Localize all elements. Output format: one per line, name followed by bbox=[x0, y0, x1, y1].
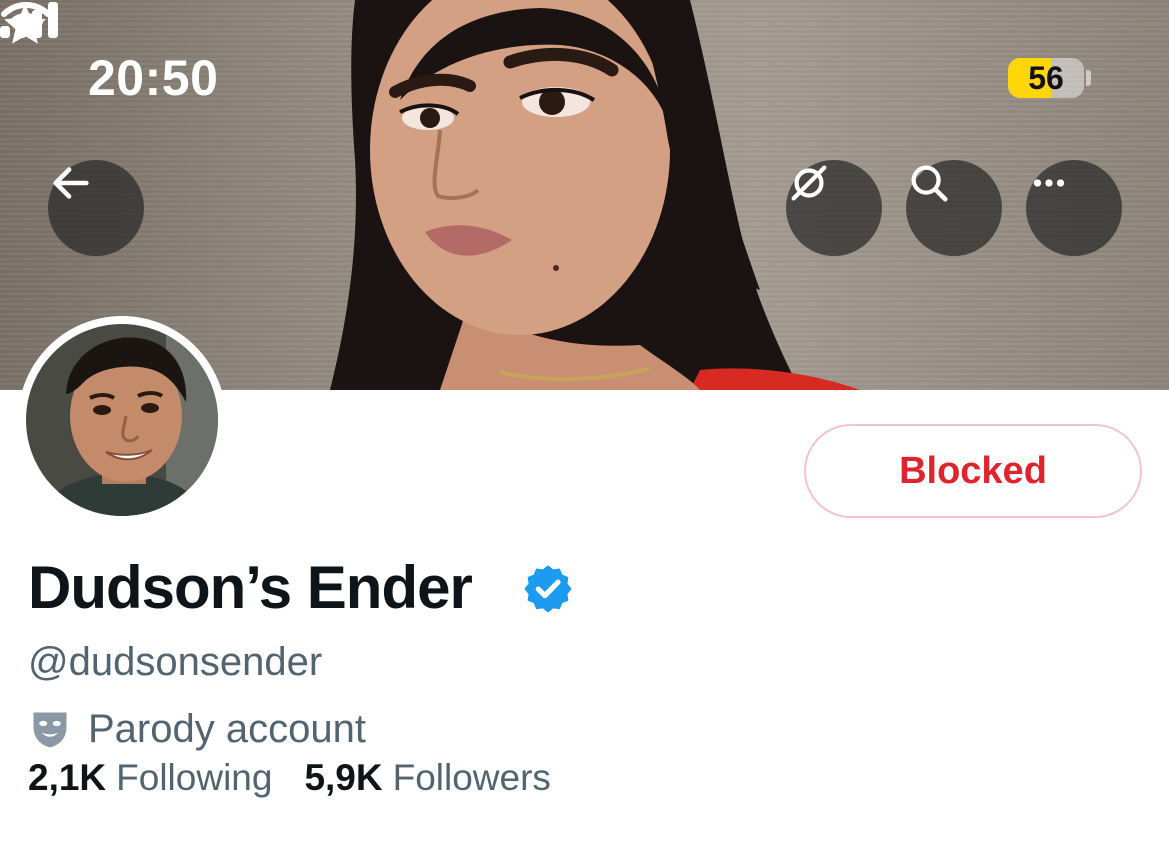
more-options-button[interactable] bbox=[1026, 160, 1122, 256]
status-time: 20:50 bbox=[88, 50, 219, 106]
theater-mask-icon bbox=[33, 712, 67, 748]
following-count: 2,1K bbox=[28, 757, 107, 798]
followers-link[interactable]: 5,9K Followers bbox=[304, 752, 550, 804]
arrow-left-icon bbox=[53, 167, 89, 199]
followers-label: Followers bbox=[392, 757, 551, 798]
battery-cap bbox=[1086, 70, 1091, 86]
blocked-button[interactable]: Blocked bbox=[804, 424, 1142, 518]
search-button[interactable] bbox=[906, 160, 1002, 256]
verified-badge-icon[interactable] bbox=[522, 562, 574, 614]
parody-label-row: Parody account bbox=[28, 702, 366, 756]
search-icon bbox=[911, 165, 948, 202]
grok-button[interactable] bbox=[786, 160, 882, 256]
grok-icon bbox=[791, 165, 827, 201]
following-label: Following bbox=[116, 757, 273, 798]
battery-level: 56 bbox=[1028, 60, 1064, 96]
follow-stats: 2,1K Following 5,9K Followers bbox=[28, 752, 583, 804]
profile-screen: 20:50 56 Blocked Dudson’s Ender @dudsons… bbox=[0, 0, 1169, 847]
followers-count: 5,9K bbox=[304, 757, 383, 798]
parody-account-label: Parody account bbox=[88, 707, 366, 751]
avatar[interactable] bbox=[18, 316, 226, 524]
battery-indicator: 56 bbox=[1008, 58, 1084, 98]
handle: @dudsonsender bbox=[28, 640, 323, 684]
back-button[interactable] bbox=[48, 160, 144, 256]
wifi-icon bbox=[1, 2, 51, 37]
avatar-photo bbox=[26, 324, 218, 516]
display-name: Dudson’s Ender bbox=[28, 554, 473, 621]
following-link[interactable]: 2,1K Following bbox=[28, 752, 272, 804]
more-horizontal-icon bbox=[1033, 179, 1065, 187]
